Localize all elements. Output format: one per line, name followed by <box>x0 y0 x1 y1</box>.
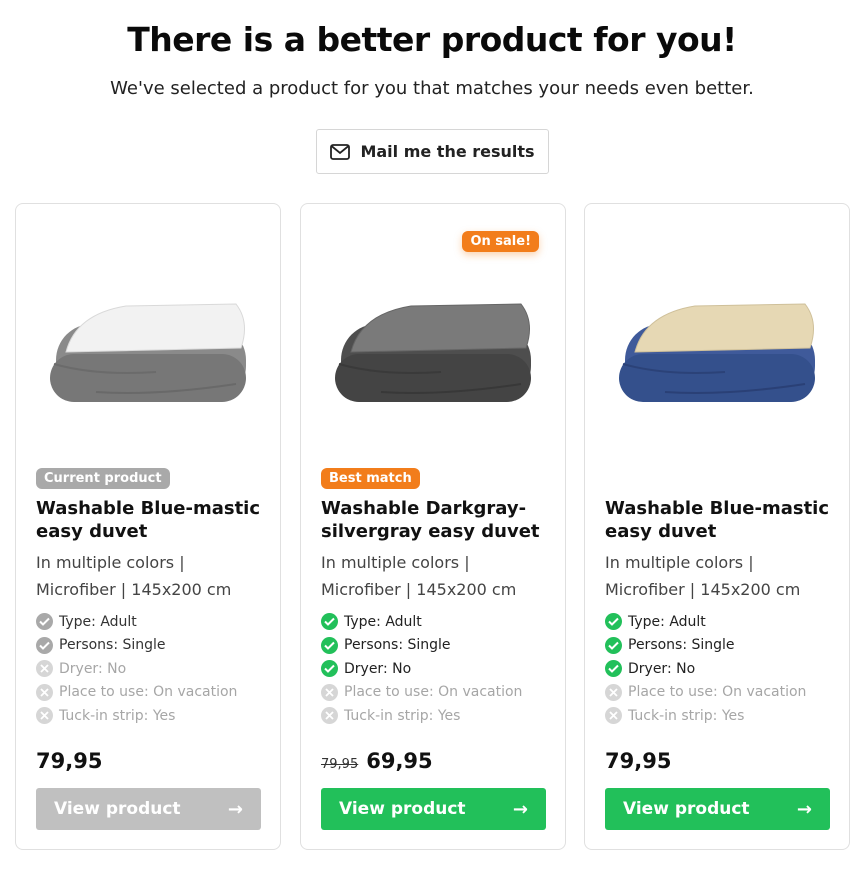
feature-list: Type: Adult Persons: Single Dryer: No Pl… <box>36 610 237 728</box>
feature-item: Tuck-in strip: Yes <box>605 704 806 728</box>
price: 79,95 <box>605 749 672 773</box>
feature-item: Tuck-in strip: Yes <box>36 704 237 728</box>
current-product-tag: Current product <box>36 468 170 489</box>
feature-item: Persons: Single <box>321 634 522 658</box>
view-product-button[interactable]: View product → <box>605 788 830 830</box>
feature-item: Place to use: On vacation <box>605 681 806 705</box>
cross-icon <box>36 707 53 725</box>
arrow-right-icon: → <box>512 798 528 820</box>
product-name: Washable Darkgray-silvergray easy duvet <box>321 498 540 542</box>
feature-item: Place to use: On vacation <box>36 681 237 705</box>
product-name: Washable Blue-mastic easy duvet <box>36 498 261 542</box>
cross-icon <box>36 660 53 678</box>
arrow-right-icon: → <box>796 798 812 820</box>
check-icon <box>605 636 622 654</box>
check-icon <box>605 660 622 678</box>
cross-icon <box>605 683 622 701</box>
price-row: 79,95 <box>605 749 671 773</box>
feature-item: Persons: Single <box>36 634 237 658</box>
feature-item: Dryer: No <box>321 657 522 681</box>
product-description: In multiple colors | Microfiber | 145x20… <box>321 553 517 599</box>
product-card-best-match: On sale! Best match Washable Darkgray-si… <box>300 203 566 850</box>
price: 79,95 <box>36 749 103 773</box>
product-card-current: Current product Washable Blue-mastic eas… <box>15 203 281 850</box>
product-image-current <box>36 244 262 444</box>
product-name: Washable Blue-mastic easy duvet <box>605 498 830 542</box>
arrow-right-icon: → <box>227 798 243 820</box>
feature-item: Type: Adult <box>321 610 522 634</box>
feature-item: Dryer: No <box>36 657 237 681</box>
check-icon <box>321 613 338 631</box>
check-icon <box>321 636 338 654</box>
price-row: 79,95 69,95 <box>321 749 433 773</box>
page-subtitle: We've selected a product for you that ma… <box>110 78 754 99</box>
cross-icon <box>321 683 338 701</box>
best-match-tag: Best match <box>321 468 420 489</box>
feature-item: Dryer: No <box>605 657 806 681</box>
cross-icon <box>605 707 622 725</box>
feature-list: Type: Adult Persons: Single Dryer: No Pl… <box>321 610 522 728</box>
page-title: There is a better product for you! <box>127 20 737 59</box>
product-image-best-match <box>321 244 547 444</box>
feature-item: Tuck-in strip: Yes <box>321 704 522 728</box>
feature-list: Type: Adult Persons: Single Dryer: No Pl… <box>605 610 806 728</box>
mail-results-button[interactable]: Mail me the results <box>316 129 549 174</box>
feature-item: Place to use: On vacation <box>321 681 522 705</box>
check-icon <box>321 660 338 678</box>
product-card-alternative: Washable Blue-mastic easy duvet In multi… <box>584 203 850 850</box>
product-image-alternative <box>605 244 831 444</box>
product-description: In multiple colors | Microfiber | 145x20… <box>605 553 801 599</box>
price: 69,95 <box>366 749 433 773</box>
old-price: 79,95 <box>321 757 359 772</box>
mail-results-label: Mail me the results <box>360 142 535 161</box>
feature-item: Persons: Single <box>605 634 806 658</box>
feature-item: Type: Adult <box>605 610 806 634</box>
view-product-button[interactable]: View product → <box>321 788 546 830</box>
check-icon <box>605 613 622 631</box>
view-product-button[interactable]: View product → <box>36 788 261 830</box>
envelope-icon <box>330 143 351 160</box>
check-icon <box>36 613 53 631</box>
cross-icon <box>321 707 338 725</box>
cross-icon <box>36 683 53 701</box>
check-icon <box>36 636 53 654</box>
product-description: In multiple colors | Microfiber | 145x20… <box>36 553 232 599</box>
price-row: 79,95 <box>36 749 102 773</box>
feature-item: Type: Adult <box>36 610 237 634</box>
